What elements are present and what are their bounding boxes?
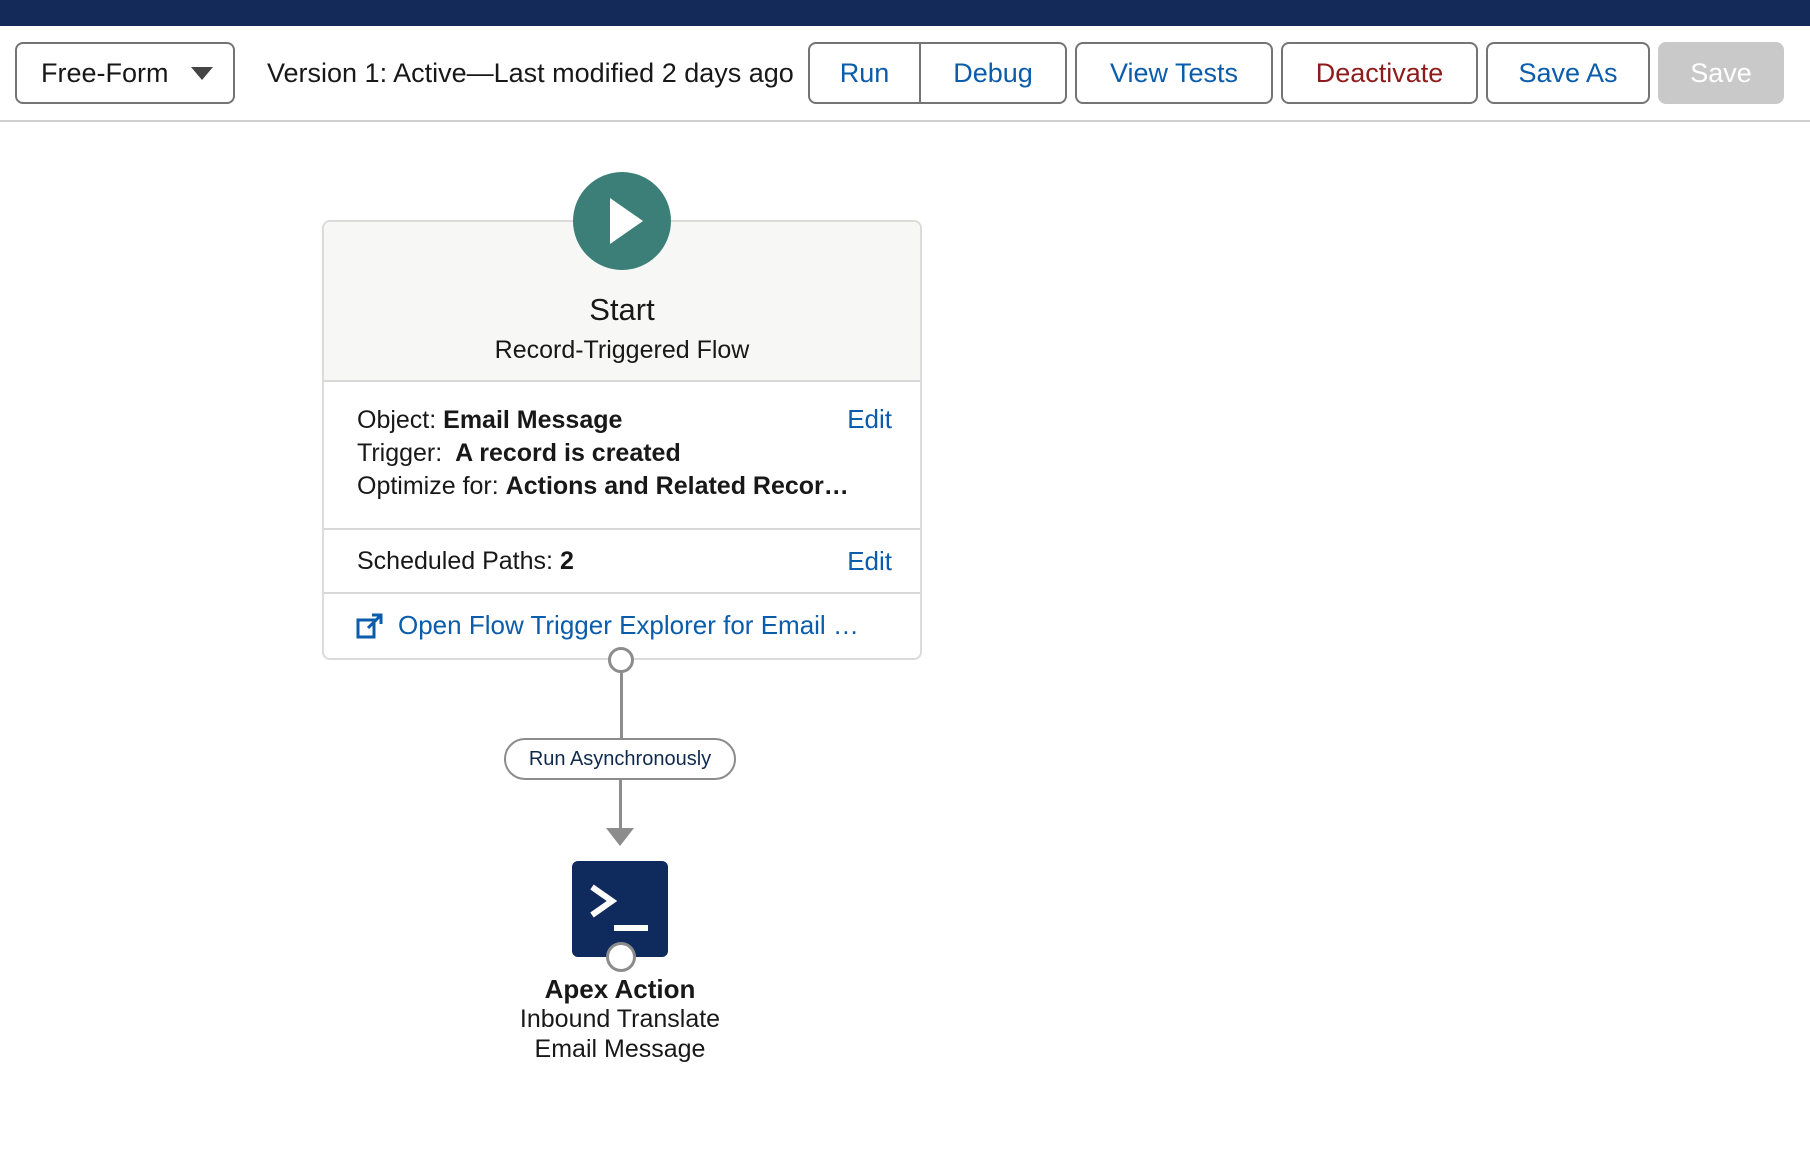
apex-action-label-line1: Inbound Translate — [519, 1005, 721, 1033]
flow-toolbar: Free-Form Version 1: Active—Last modifie… — [0, 26, 1810, 122]
scheduled-paths-label: Scheduled Paths: — [357, 547, 553, 575]
object-row: Object: Email Message — [357, 406, 622, 435]
run-asynchronously-path-label[interactable]: Run Asynchronously — [504, 738, 736, 780]
apex-action-label: Inbound Translate Email Message — [470, 1004, 770, 1064]
start-node-subtitle: Record-Triggered Flow — [494, 336, 750, 364]
debug-button[interactable]: Debug — [919, 42, 1067, 104]
trigger-label: Trigger: — [357, 439, 443, 467]
apex-action-label-line2: Email Message — [534, 1035, 706, 1063]
connector-arrowhead — [606, 828, 634, 846]
apex-output-connector[interactable] — [606, 942, 636, 972]
flow-canvas[interactable]: Start Record-Triggered Flow Object: Emai… — [0, 124, 1810, 1170]
save-button[interactable]: Save — [1658, 42, 1784, 104]
trigger-value: A record is created — [455, 439, 681, 467]
open-trigger-explorer-link[interactable]: Open Flow Trigger Explorer for Email … — [356, 610, 859, 641]
connector-line-bottom — [619, 780, 622, 830]
apex-action-title: Apex Action — [544, 974, 696, 1004]
deactivate-button[interactable]: Deactivate — [1281, 42, 1478, 104]
trigger-row: Trigger: A record is created — [357, 439, 681, 468]
object-value: Email Message — [443, 406, 623, 434]
open-trigger-explorer-label: Open Flow Trigger Explorer for Email … — [398, 610, 859, 640]
optimize-row: Optimize for: Actions and Related Recor… — [357, 472, 849, 501]
connector-line-top — [620, 673, 623, 738]
start-node-icon[interactable] — [573, 172, 671, 270]
app-header-bar — [0, 0, 1810, 26]
optimize-value: Actions and Related Recor… — [505, 472, 849, 500]
scheduled-paths-section: Scheduled Paths: 2 Edit — [324, 530, 920, 594]
scheduled-paths-row: Scheduled Paths: 2 — [357, 547, 574, 576]
edit-trigger-link[interactable]: Edit — [847, 404, 892, 435]
canvas-layout-select[interactable]: Free-Form — [15, 42, 235, 104]
trigger-details-section: Object: Email Message Edit Trigger: A re… — [324, 382, 920, 530]
start-node-card[interactable]: Start Record-Triggered Flow Object: Emai… — [322, 220, 922, 660]
scheduled-paths-value: 2 — [559, 547, 574, 575]
canvas-layout-value: Free-Form — [41, 57, 169, 88]
run-button[interactable]: Run — [808, 42, 921, 104]
save-as-button[interactable]: Save As — [1486, 42, 1650, 104]
chevron-down-icon — [191, 66, 213, 80]
view-tests-button[interactable]: View Tests — [1075, 42, 1273, 104]
version-status: Version 1: Active—Last modified 2 days a… — [267, 57, 794, 88]
start-output-connector[interactable] — [608, 647, 634, 673]
play-icon — [610, 198, 643, 244]
start-node-title: Start — [589, 292, 655, 327]
object-label: Object: — [357, 406, 437, 434]
optimize-label: Optimize for: — [357, 472, 499, 500]
external-link-icon — [356, 613, 383, 638]
edit-scheduled-paths-link[interactable]: Edit — [847, 546, 892, 577]
